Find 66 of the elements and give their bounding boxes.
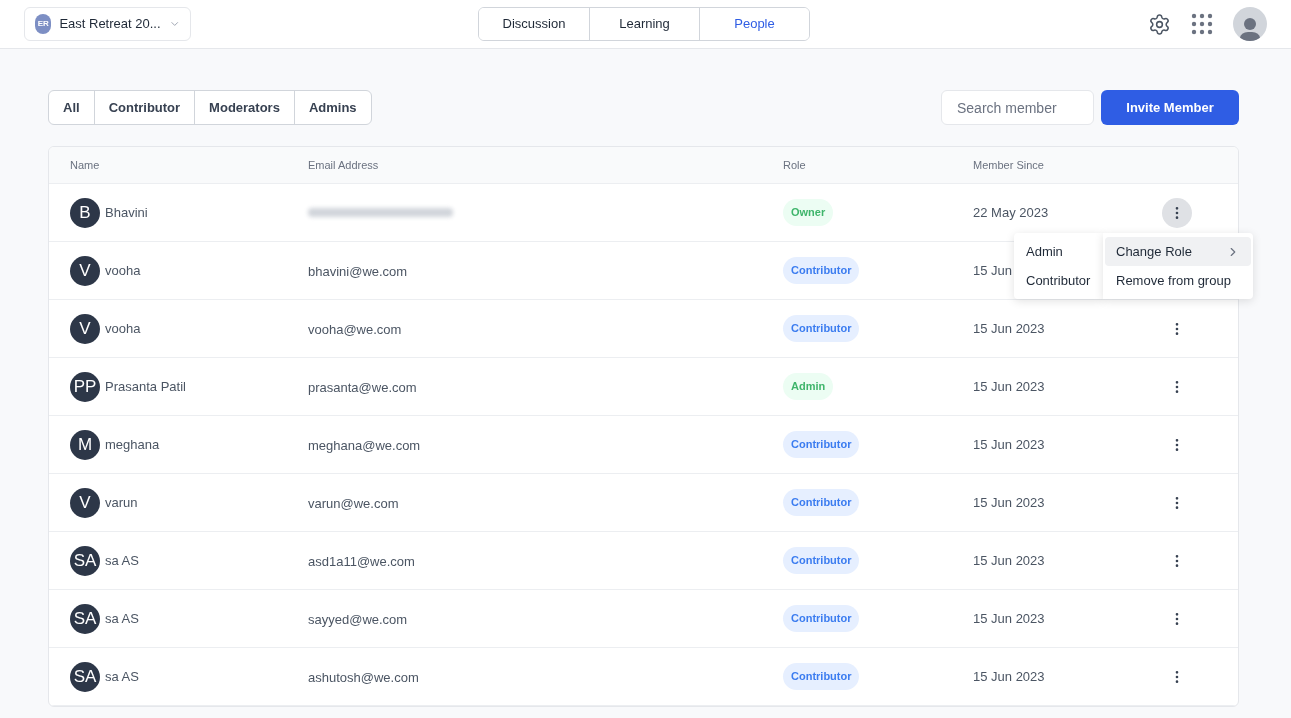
- column-header: Member Since: [973, 157, 1045, 173]
- column-header: Name: [70, 157, 101, 173]
- search-field[interactable]: Search member: [941, 90, 1094, 125]
- member-name: meghana: [105, 435, 160, 454]
- role-badge: Contributor: [783, 605, 860, 632]
- member-name: Prasanta Patil: [105, 377, 186, 396]
- group-avatar: ER: [35, 14, 52, 34]
- role-badge: Contributor: [783, 315, 860, 342]
- member-since: 15 Jun 2023: [973, 609, 1045, 628]
- member-name: sa AS: [105, 667, 139, 686]
- member-since: 15 Jun 2023: [973, 551, 1045, 570]
- settings-icon[interactable]: [1148, 12, 1171, 36]
- role-badge: Contributor: [783, 547, 860, 574]
- filter-tab[interactable]: Moderators: [194, 91, 294, 124]
- member-name: sa AS: [105, 609, 139, 628]
- column-header: Email Address: [308, 157, 380, 173]
- member-since: 15 Jun 2023: [973, 493, 1045, 512]
- member-email: ashutosh@we.com: [308, 669, 419, 685]
- filter-tab[interactable]: Contributor: [93, 91, 195, 124]
- role-badge: Contributor: [783, 431, 860, 458]
- role-option[interactable]: Contributor: [1014, 266, 1103, 295]
- role-badge: Contributor: [783, 489, 860, 516]
- member-email: asd1a11@we.com: [308, 553, 415, 569]
- nav-tab[interactable]: People: [699, 8, 809, 40]
- member-since: 22 May 2023: [973, 203, 1049, 222]
- member-avatar: V: [70, 255, 100, 286]
- role-badge: Contributor: [783, 257, 860, 284]
- member-email: meghana@we.com: [308, 437, 421, 453]
- member-since: 15 Jun 2023: [973, 377, 1045, 396]
- more-options-button[interactable]: [1162, 197, 1192, 228]
- member-email: bhavini@we.com: [308, 263, 408, 279]
- member-since: 15 Jun 2023: [973, 435, 1045, 454]
- filter-tab[interactable]: All: [49, 91, 94, 124]
- member-email: varun@we.com: [308, 495, 399, 511]
- group-name: East Retreat 20...: [59, 15, 161, 34]
- member-avatar: V: [70, 487, 100, 518]
- member-avatar: SA: [70, 545, 100, 576]
- member-name: Bhavini: [105, 203, 148, 222]
- menu-item[interactable]: Change Role: [1105, 237, 1251, 266]
- member-avatar: PP: [70, 371, 100, 402]
- member-name: varun: [105, 493, 138, 512]
- member-since: 15 Jun: [973, 261, 1013, 280]
- apps-grid-icon[interactable]: [1191, 13, 1213, 35]
- column-header: Role: [783, 157, 807, 173]
- member-email: vooha@we.com: [308, 321, 402, 337]
- role-option[interactable]: Admin: [1014, 237, 1103, 266]
- invite-member-button[interactable]: Invite Member: [1101, 90, 1239, 125]
- role-badge: Owner: [783, 199, 834, 226]
- group-selector[interactable]: ER East Retreat 20...: [24, 7, 191, 41]
- member-name: sa AS: [105, 551, 139, 570]
- member-avatar: V: [70, 313, 100, 344]
- member-avatar: M: [70, 429, 100, 460]
- member-name: vooha: [105, 261, 141, 280]
- menu-item[interactable]: Remove from group: [1105, 266, 1251, 295]
- member-name: vooha: [105, 319, 141, 338]
- user-avatar[interactable]: [1233, 7, 1267, 41]
- filter-tab[interactable]: Admins: [293, 91, 371, 124]
- member-since: 15 Jun 2023: [973, 319, 1045, 338]
- member-since: 15 Jun 2023: [973, 667, 1045, 686]
- member-avatar: SA: [70, 603, 100, 634]
- member-email: sayyed@we.com: [308, 611, 408, 627]
- role-badge: Admin: [783, 373, 834, 400]
- member-avatar: B: [70, 197, 100, 228]
- role-badge: Contributor: [783, 663, 860, 690]
- member-email: prasanta@we.com: [308, 379, 417, 395]
- member-avatar: SA: [70, 661, 100, 692]
